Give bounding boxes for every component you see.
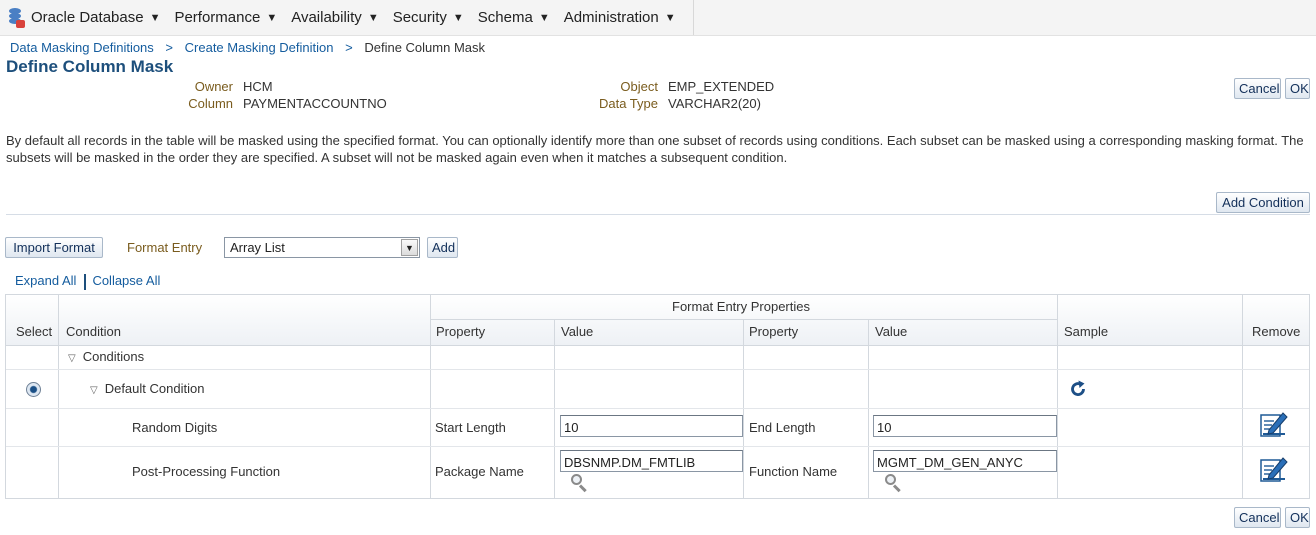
menu-label: Oracle Database (31, 9, 144, 26)
breadcrumb-link-create-masking-definition[interactable]: Create Masking Definition (185, 40, 334, 55)
table-row-conditions[interactable]: ▽ Conditions (68, 349, 144, 364)
cancel-button-top[interactable]: Cancel (1234, 78, 1281, 99)
menu-schema[interactable]: Schema ▼ (478, 9, 550, 26)
dropdown-arrow-icon: ▼ (266, 11, 278, 24)
edit-icon[interactable] (1259, 410, 1289, 438)
expand-all-link[interactable]: Expand All (15, 273, 76, 288)
dropdown-arrow-icon: ▼ (149, 11, 161, 24)
property-column-header: Property (436, 324, 486, 339)
section-divider (6, 214, 1310, 215)
menu-performance[interactable]: Performance ▼ (174, 9, 277, 26)
menu-label: Administration (563, 9, 659, 26)
value-column-header: Value (561, 324, 594, 339)
end-length-input[interactable] (873, 415, 1057, 437)
menu-administration[interactable]: Administration ▼ (564, 9, 676, 26)
menu-label: Security (392, 9, 447, 26)
dropdown-arrow-icon: ▼ (538, 11, 550, 24)
breadcrumb: Data Masking Definitions > Create Maskin… (10, 40, 485, 55)
ok-button-top[interactable]: OK (1285, 78, 1310, 99)
link-separator (84, 273, 87, 290)
database-icon (7, 7, 25, 28)
column-value: PAYMENTACCOUNTNO (243, 96, 387, 111)
search-icon[interactable] (883, 473, 905, 493)
collapse-all-link[interactable]: Collapse All (92, 273, 160, 288)
expand-collapse-links: Expand All Collapse All (15, 273, 160, 290)
menu-group: Oracle Database ▼ Performance ▼ Availabi… (0, 0, 694, 35)
conditions-table: Format Entry Properties Select Condition… (5, 294, 1310, 499)
post-processing-function-label: Post-Processing Function (132, 464, 281, 479)
breadcrumb-separator: > (345, 40, 353, 55)
triangle-down-icon[interactable]: ▽ (90, 385, 98, 396)
column-label: Column (188, 96, 233, 111)
dropdown-arrow-icon: ▼ (367, 11, 379, 24)
table-row-default-condition[interactable]: ▽ Default Condition (90, 381, 204, 396)
cancel-button-bottom[interactable]: Cancel (1234, 507, 1281, 528)
conditions-label: Conditions (82, 349, 145, 364)
add-format-entry-button[interactable]: Add (427, 237, 458, 258)
description-text: By default all records in the table will… (6, 133, 1304, 165)
function-name-label: Function Name (749, 464, 838, 479)
table-header (6, 295, 1309, 345)
top-menu-bar: Oracle Database ▼ Performance ▼ Availabi… (0, 0, 1316, 36)
data-type-label: Data Type (598, 96, 658, 111)
import-format-button[interactable]: Import Format (5, 237, 103, 258)
menu-oracle-database[interactable]: Oracle Database ▼ (31, 9, 160, 26)
format-entry-select[interactable]: Array List ▼ (224, 237, 420, 258)
dropdown-arrow-icon: ▼ (664, 11, 676, 24)
remove-column-header: Remove (1252, 324, 1301, 339)
triangle-down-icon[interactable]: ▽ (68, 353, 76, 364)
breadcrumb-link-data-masking-definitions[interactable]: Data Masking Definitions (10, 40, 154, 55)
format-entry-selected-value: Array List (230, 240, 285, 255)
sample-column-header: Sample (1064, 324, 1109, 339)
refresh-icon[interactable] (1068, 379, 1088, 399)
menu-label: Performance (174, 9, 261, 26)
object-value: EMP_EXTENDED (668, 79, 775, 94)
default-condition-radio[interactable] (26, 382, 41, 397)
random-digits-label: Random Digits (132, 420, 218, 435)
search-icon[interactable] (569, 473, 591, 493)
chevron-down-icon[interactable]: ▼ (401, 239, 418, 256)
menu-label: Schema (477, 9, 533, 26)
default-condition-label: Default Condition (104, 381, 205, 396)
page-title: Define Column Mask (6, 57, 174, 76)
dropdown-arrow-icon: ▼ (452, 11, 464, 24)
breadcrumb-separator: > (165, 40, 174, 55)
menu-availability[interactable]: Availability ▼ (291, 9, 378, 26)
condition-column-header: Condition (66, 324, 121, 339)
start-length-label: Start Length (435, 420, 506, 435)
start-length-input[interactable] (560, 415, 743, 437)
value-column-header-2: Value (875, 324, 908, 339)
ok-button-bottom[interactable]: OK (1285, 507, 1310, 528)
menu-security[interactable]: Security ▼ (393, 9, 464, 26)
edit-icon[interactable] (1259, 455, 1289, 483)
breadcrumb-current: Define Column Mask (364, 40, 485, 55)
add-condition-button[interactable]: Add Condition (1216, 192, 1310, 213)
function-name-input[interactable] (873, 450, 1057, 472)
package-name-input[interactable] (560, 450, 743, 472)
object-label: Object (620, 79, 658, 94)
property-column-header-2: Property (749, 324, 799, 339)
data-type-value: VARCHAR2(20) (668, 96, 761, 111)
format-entry-label: Format Entry (127, 240, 203, 255)
package-name-label: Package Name (435, 464, 524, 479)
end-length-label: End Length (749, 420, 816, 435)
select-column-header: Select (16, 324, 53, 339)
menu-label: Availability (291, 9, 362, 26)
owner-label: Owner (194, 79, 233, 94)
format-entry-properties-header: Format Entry Properties (672, 299, 810, 314)
owner-value: HCM (243, 79, 273, 94)
